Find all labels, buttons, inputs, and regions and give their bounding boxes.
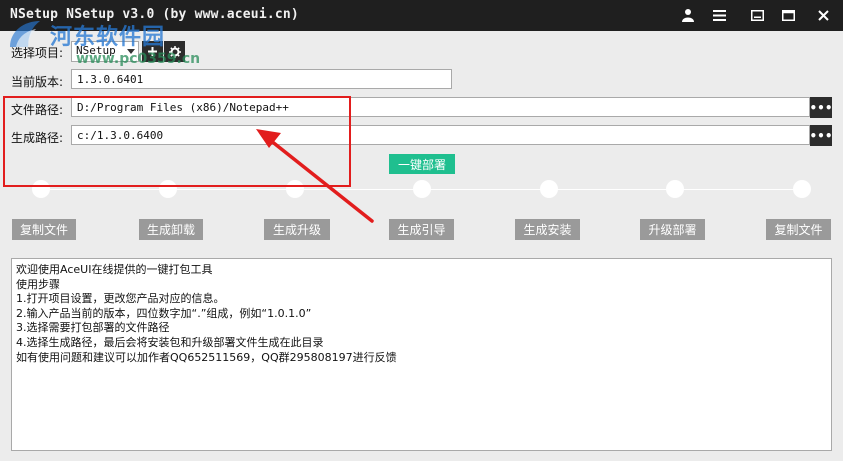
version-input-value: 1.3.0.6401 xyxy=(77,73,144,86)
title-bar: NSetup NSetup v3.0 (by www.aceui.cn) xyxy=(0,0,843,31)
window-title: NSetup NSetup v3.0 (by www.aceui.cn) xyxy=(10,7,299,22)
log-line: 使用步骤 xyxy=(16,277,60,291)
chevron-down-icon xyxy=(127,49,135,54)
more-icon: ••• xyxy=(809,100,833,115)
step-copy-files-final-button[interactable]: 复制文件 xyxy=(766,219,831,240)
close-icon[interactable] xyxy=(810,4,836,26)
step-dot-2 xyxy=(159,180,177,198)
step-dot-6 xyxy=(666,180,684,198)
version-label: 当前版本: xyxy=(11,75,64,89)
step-generate-uninstall-button[interactable]: 生成卸载 xyxy=(139,219,203,240)
log-line: 如有使用问题和建议可以加作者QQ652511569，QQ群295808197进行… xyxy=(16,350,397,364)
project-label: 选择项目: xyxy=(11,46,64,60)
step-copy-files-button[interactable]: 复制文件 xyxy=(12,219,76,240)
browse-file-path-button[interactable]: ••• xyxy=(809,97,833,118)
step-dot-7 xyxy=(793,180,811,198)
project-select[interactable]: NSetup xyxy=(71,41,139,62)
minimize-icon[interactable] xyxy=(744,4,770,26)
maximize-icon[interactable] xyxy=(775,4,801,26)
project-select-value: NSetup xyxy=(76,44,116,57)
step-dot-4 xyxy=(413,180,431,198)
project-settings-button[interactable] xyxy=(164,41,185,62)
user-icon[interactable] xyxy=(675,4,701,26)
step-dot-3 xyxy=(286,180,304,198)
step-generate-upgrade-button[interactable]: 生成升级 xyxy=(264,219,330,240)
log-line: 2.输入产品当前的版本，四位数字加“.”组成，例如“1.0.1.0” xyxy=(16,306,312,320)
gear-icon xyxy=(168,45,181,58)
one-click-deploy-button[interactable]: 一键部署 xyxy=(389,154,455,174)
step-upgrade-deploy-button[interactable]: 升级部署 xyxy=(640,219,705,240)
step-generate-bootstrap-button[interactable]: 生成引导 xyxy=(389,219,454,240)
log-line: 3.选择需要打包部署的文件路径 xyxy=(16,321,170,335)
output-path-input-value: c:/1.3.0.6400 xyxy=(77,129,164,142)
step-generate-installer-button[interactable]: 生成安装 xyxy=(515,219,580,240)
step-dot-1 xyxy=(32,180,50,198)
log-textarea[interactable]: 欢迎使用AceUI在线提供的一键打包工具 使用步骤 1.打开项目设置，更改您产品… xyxy=(11,258,832,451)
output-path-label: 生成路径: xyxy=(11,131,64,145)
file-path-input-value: D:/Program Files (x86)/Notepad++ xyxy=(77,101,289,114)
output-path-input[interactable]: c:/1.3.0.6400 xyxy=(71,125,810,145)
more-icon: ••• xyxy=(809,128,833,143)
menu-icon[interactable] xyxy=(706,4,732,26)
file-path-input[interactable]: D:/Program Files (x86)/Notepad++ xyxy=(71,97,810,117)
log-line: 欢迎使用AceUI在线提供的一键打包工具 xyxy=(16,263,213,276)
step-dot-5 xyxy=(540,180,558,198)
log-line: 1.打开项目设置，更改您产品对应的信息。 xyxy=(16,292,225,306)
plus-icon xyxy=(148,47,157,56)
version-input[interactable]: 1.3.0.6401 xyxy=(71,69,452,89)
file-path-label: 文件路径: xyxy=(11,103,64,117)
browse-output-path-button[interactable]: ••• xyxy=(809,125,833,146)
add-project-button[interactable] xyxy=(142,41,163,62)
log-line: 4.选择生成路径，最后会将安装包和升级部署文件生成在此目录 xyxy=(16,335,324,349)
